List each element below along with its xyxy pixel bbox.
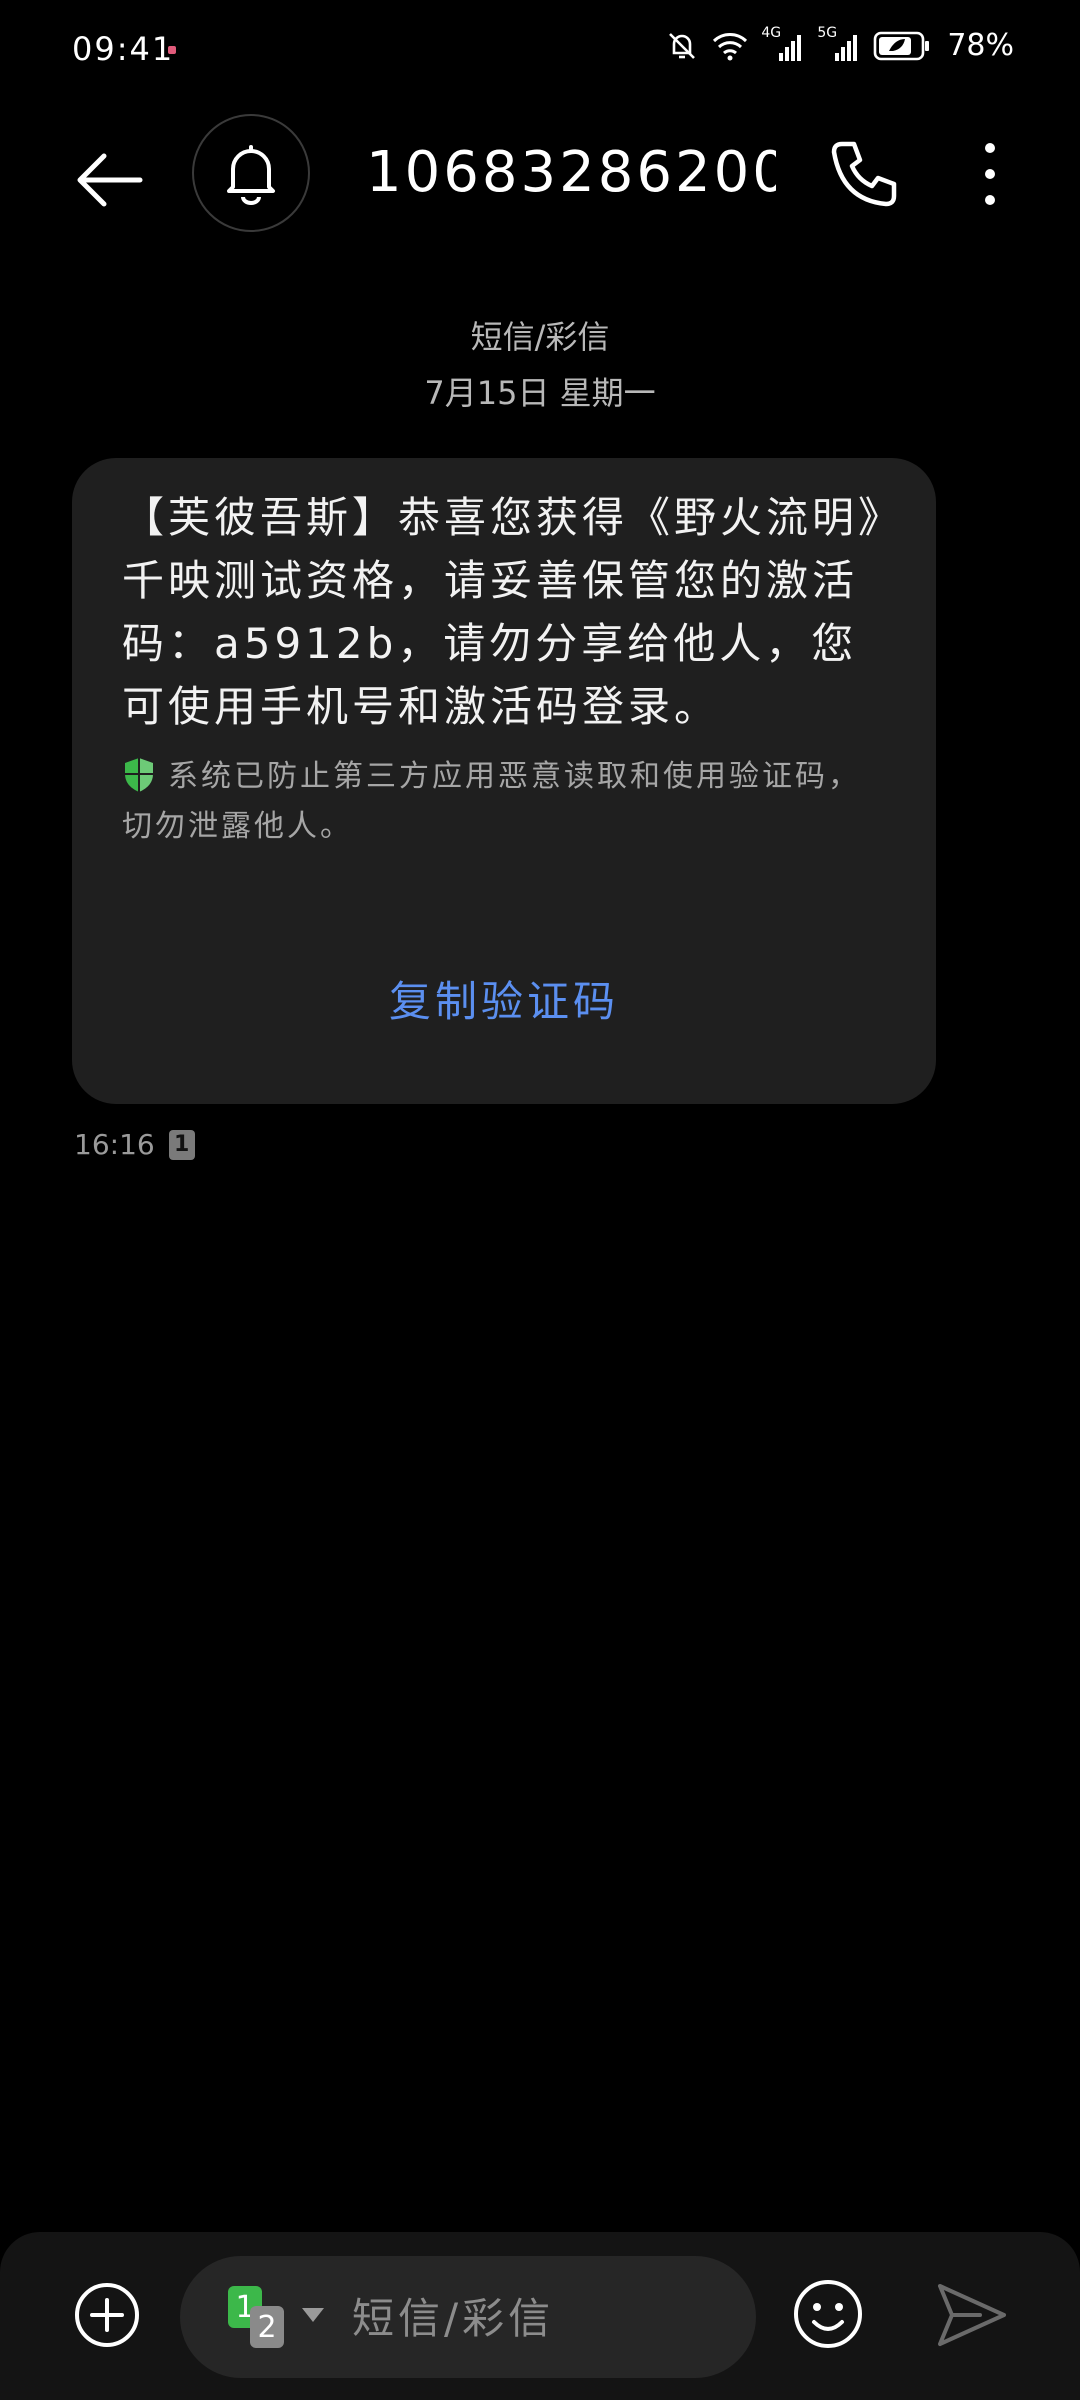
conversation-header: 106832862009… bbox=[0, 110, 1080, 240]
message-input[interactable] bbox=[350, 2280, 734, 2356]
notification-dot-icon bbox=[168, 46, 176, 54]
shield-icon bbox=[125, 758, 153, 792]
message-date-label: 7月15日 星期一 bbox=[424, 374, 656, 412]
signal-5g-icon: 5G bbox=[817, 25, 861, 63]
security-note-text: 系统已防止第三方应用恶意读取和使用验证码，切勿泄露他人。 bbox=[122, 759, 861, 844]
add-attachment-button[interactable] bbox=[74, 2282, 140, 2348]
status-time: 09:41 bbox=[72, 30, 175, 68]
phone-icon bbox=[831, 141, 897, 207]
chevron-down-icon[interactable] bbox=[302, 2308, 324, 2322]
message-type-label: 短信/彩信 bbox=[470, 318, 610, 356]
send-button[interactable] bbox=[936, 2282, 1008, 2348]
battery-percent: 78% bbox=[947, 28, 1014, 63]
mute-bell-icon bbox=[669, 32, 696, 59]
message-bubble[interactable]: 【芙彼吾斯】恭喜您获得《野火流明》千映测试资格，请妥善保管您的激活码：a5912… bbox=[72, 458, 936, 1104]
more-options-icon[interactable] bbox=[960, 134, 1020, 214]
signal-4g-icon: 4G bbox=[761, 25, 805, 63]
message-input-pill: 1 2 bbox=[180, 2256, 756, 2378]
plus-circle-icon bbox=[75, 2283, 139, 2347]
status-icons: 4G 5G 78% bbox=[665, 25, 1014, 63]
message-time: 16:16 bbox=[74, 1128, 155, 1161]
call-button[interactable] bbox=[824, 134, 904, 214]
message-text: 【芙彼吾斯】恭喜您获得《野火流明》千映测试资格，请妥善保管您的激活码：a5912… bbox=[122, 493, 884, 731]
smiley-icon bbox=[794, 2280, 862, 2348]
copy-code-button[interactable]: 复制验证码 bbox=[72, 968, 936, 1029]
sim-badge: 1 bbox=[168, 1129, 195, 1160]
back-arrow-icon bbox=[77, 153, 143, 207]
emoji-button[interactable] bbox=[792, 2278, 864, 2350]
composer-bar: 1 2 bbox=[0, 2232, 1080, 2400]
send-arrow-icon bbox=[938, 2284, 1006, 2346]
back-button[interactable] bbox=[70, 140, 150, 220]
security-note: 系统已防止第三方应用恶意读取和使用验证码，切勿泄露他人。 bbox=[122, 752, 886, 852]
bell-icon bbox=[227, 145, 275, 205]
status-bar: 09:41 4G 5G 78% bbox=[0, 0, 1080, 100]
notification-toggle-button[interactable] bbox=[192, 114, 310, 232]
battery-icon bbox=[874, 31, 930, 60]
sim-2-badge: 2 bbox=[250, 2306, 284, 2348]
message-meta: 16:16 1 bbox=[74, 1128, 195, 1161]
contact-number[interactable]: 106832862009… bbox=[366, 140, 776, 205]
wifi-icon bbox=[713, 32, 748, 60]
sim-switch-button[interactable]: 1 2 bbox=[228, 2286, 292, 2350]
